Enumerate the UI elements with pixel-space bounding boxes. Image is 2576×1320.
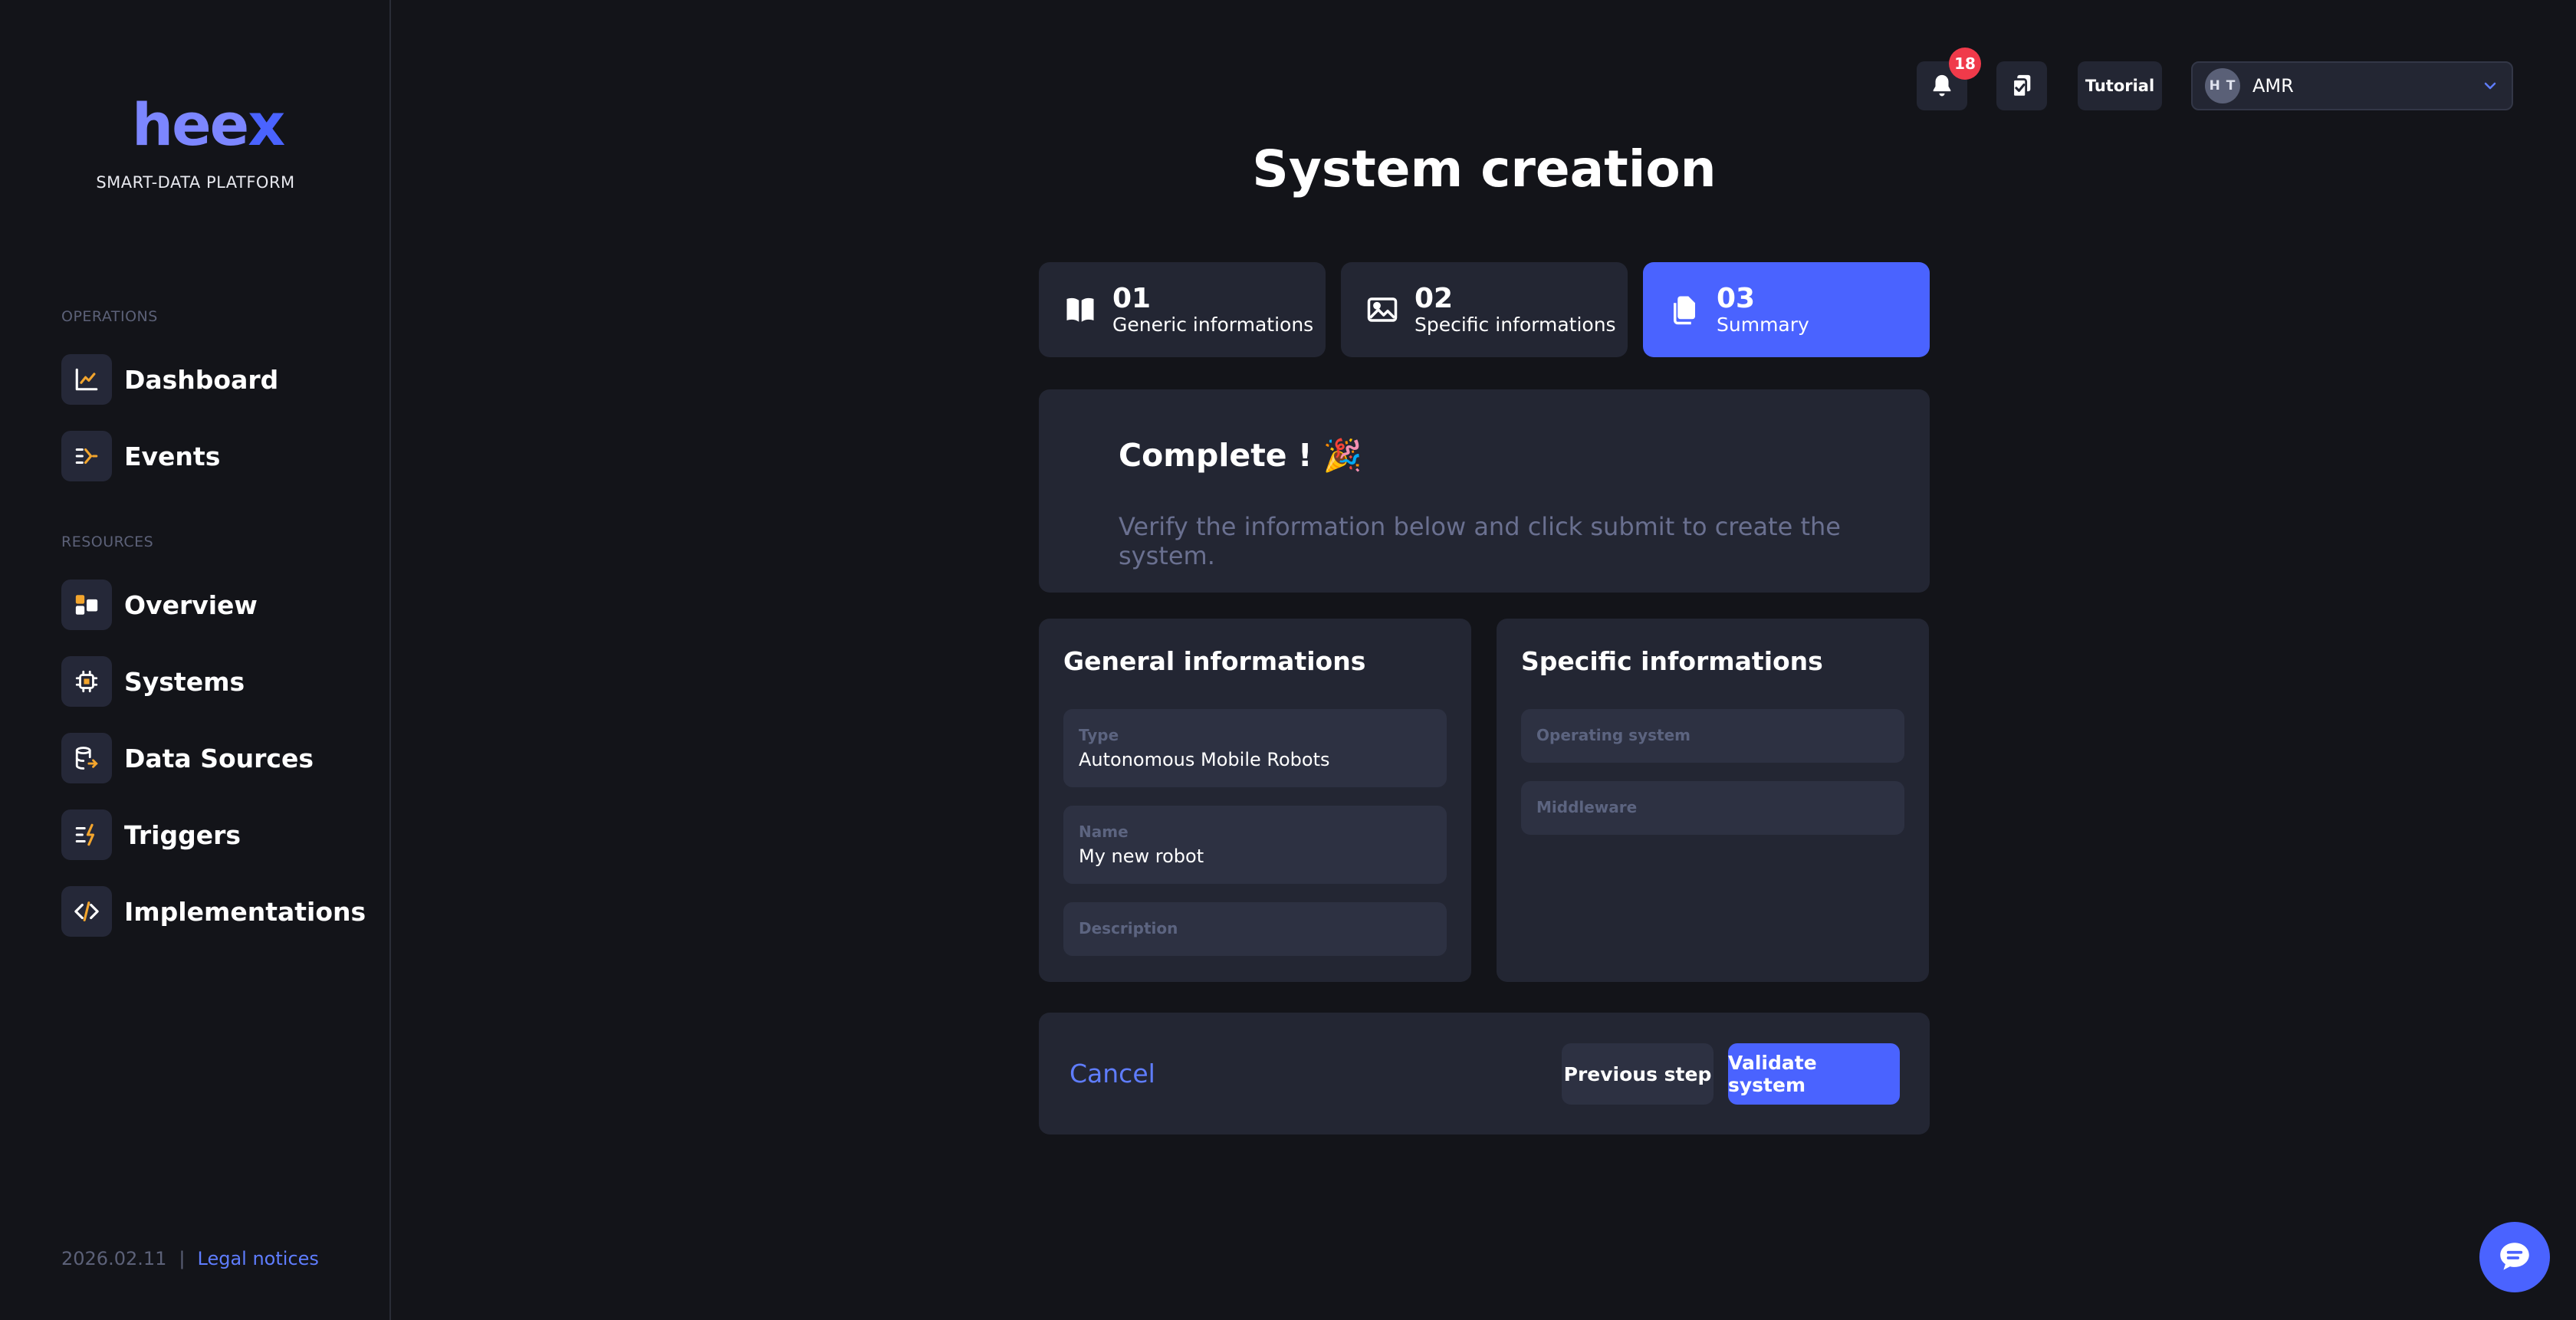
chat-support-button[interactable] xyxy=(2479,1222,2550,1292)
field-label: Type xyxy=(1079,726,1119,744)
tutorial-label: Tutorial xyxy=(2085,77,2155,95)
complete-subtitle: Verify the information below and click s… xyxy=(1119,512,1841,570)
chat-bubble-icon xyxy=(2500,1243,2529,1270)
sidebar-item-data-sources[interactable]: Data Sources xyxy=(61,733,314,783)
description-field: Description xyxy=(1063,902,1447,956)
step-label: Summary xyxy=(1717,314,1809,337)
chart-line-icon xyxy=(61,354,112,405)
chip-icon xyxy=(61,656,112,707)
legal-notices-link[interactable]: Legal notices xyxy=(198,1248,319,1269)
trigger-icon xyxy=(61,809,112,860)
section-label-operations: OPERATIONS xyxy=(61,308,158,325)
overview-icon xyxy=(61,580,112,630)
version-text: 2026.02.11 xyxy=(61,1248,167,1269)
cancel-button[interactable]: Cancel xyxy=(1070,1059,1155,1089)
field-value: Autonomous Mobile Robots xyxy=(1079,749,1330,770)
step-label: Specific informations xyxy=(1414,314,1616,337)
step-number: 03 xyxy=(1717,282,1756,314)
complete-panel: Complete ! 🎉 Verify the information belo… xyxy=(1039,389,1930,593)
step-specific-informations[interactable]: 02 Specific informations xyxy=(1341,262,1628,357)
card-title: General informations xyxy=(1063,646,1366,676)
sidebar-item-implementations[interactable]: Implementations xyxy=(61,886,366,937)
field-label: Description xyxy=(1079,919,1178,937)
copy-icon xyxy=(1668,293,1701,327)
sidebar-item-events[interactable]: Events xyxy=(61,431,220,481)
general-informations-card: General informations Type Autonomous Mob… xyxy=(1039,619,1471,982)
brand-tagline: SMART-DATA PLATFORM xyxy=(96,173,295,192)
complete-title: Complete ! 🎉 xyxy=(1119,437,1362,474)
notifications-button[interactable]: 18 xyxy=(1917,48,1981,110)
clipboard-check-icon xyxy=(2012,74,2031,98)
page-title: System creation xyxy=(1252,140,1717,199)
step-number: 01 xyxy=(1112,282,1152,314)
sidebar-item-systems[interactable]: Systems xyxy=(61,656,245,707)
database-icon xyxy=(61,733,112,783)
sidebar-item-label: Events xyxy=(124,441,221,471)
avatar: H T xyxy=(2205,68,2240,103)
image-icon xyxy=(1365,293,1399,327)
middleware-field: Middleware xyxy=(1521,781,1904,835)
sidebar-item-label: Overview xyxy=(124,589,258,620)
card-title: Specific informations xyxy=(1521,646,1823,676)
tutorial-button[interactable]: Tutorial xyxy=(2078,61,2162,110)
sidebar-item-label: Systems xyxy=(124,666,245,697)
chevron-down-icon xyxy=(2484,82,2496,90)
user-account-select[interactable]: H T AMR xyxy=(2191,61,2513,110)
code-icon xyxy=(61,886,112,937)
book-icon xyxy=(1063,293,1097,327)
step-generic-informations[interactable]: 01 Generic informations xyxy=(1039,262,1326,357)
footer-separator: | xyxy=(179,1248,186,1269)
field-value: My new robot xyxy=(1079,846,1204,867)
specific-informations-card: Specific informations Operating system M… xyxy=(1497,619,1929,982)
actions-panel: Cancel Previous step Validate system xyxy=(1039,1013,1930,1134)
sidebar-footer: 2026.02.11 | Legal notices xyxy=(61,1248,319,1269)
sidebar-item-label: Triggers xyxy=(124,819,242,850)
field-label: Name xyxy=(1079,823,1129,841)
sidebar-item-label: Data Sources xyxy=(124,743,314,773)
previous-step-button[interactable]: Previous step xyxy=(1562,1043,1714,1105)
field-label: Middleware xyxy=(1536,798,1638,816)
bell-icon xyxy=(1933,74,1951,97)
validate-system-button[interactable]: Validate system xyxy=(1728,1043,1900,1105)
sidebar: heex SMART-DATA PLATFORM OPERATIONS Dash… xyxy=(0,0,391,1320)
user-name: AMR xyxy=(2252,75,2294,97)
name-field: Name My new robot xyxy=(1063,806,1447,884)
type-field: Type Autonomous Mobile Robots xyxy=(1063,709,1447,787)
tasks-button[interactable] xyxy=(1996,61,2047,110)
notification-count-badge: 18 xyxy=(1949,48,1981,80)
heex-logo[interactable]: heex xyxy=(132,90,285,159)
operating-system-field: Operating system xyxy=(1521,709,1904,763)
step-number: 02 xyxy=(1414,282,1454,314)
step-label: Generic informations xyxy=(1112,314,1314,337)
sidebar-item-overview[interactable]: Overview xyxy=(61,580,258,630)
sidebar-item-label: Implementations xyxy=(124,896,366,927)
step-summary[interactable]: 03 Summary xyxy=(1643,262,1930,357)
events-icon xyxy=(61,431,112,481)
field-label: Operating system xyxy=(1536,726,1691,744)
sidebar-item-dashboard[interactable]: Dashboard xyxy=(61,354,278,405)
sidebar-item-label: Dashboard xyxy=(124,364,279,395)
section-label-resources: RESOURCES xyxy=(61,534,154,550)
sidebar-item-triggers[interactable]: Triggers xyxy=(61,809,241,860)
